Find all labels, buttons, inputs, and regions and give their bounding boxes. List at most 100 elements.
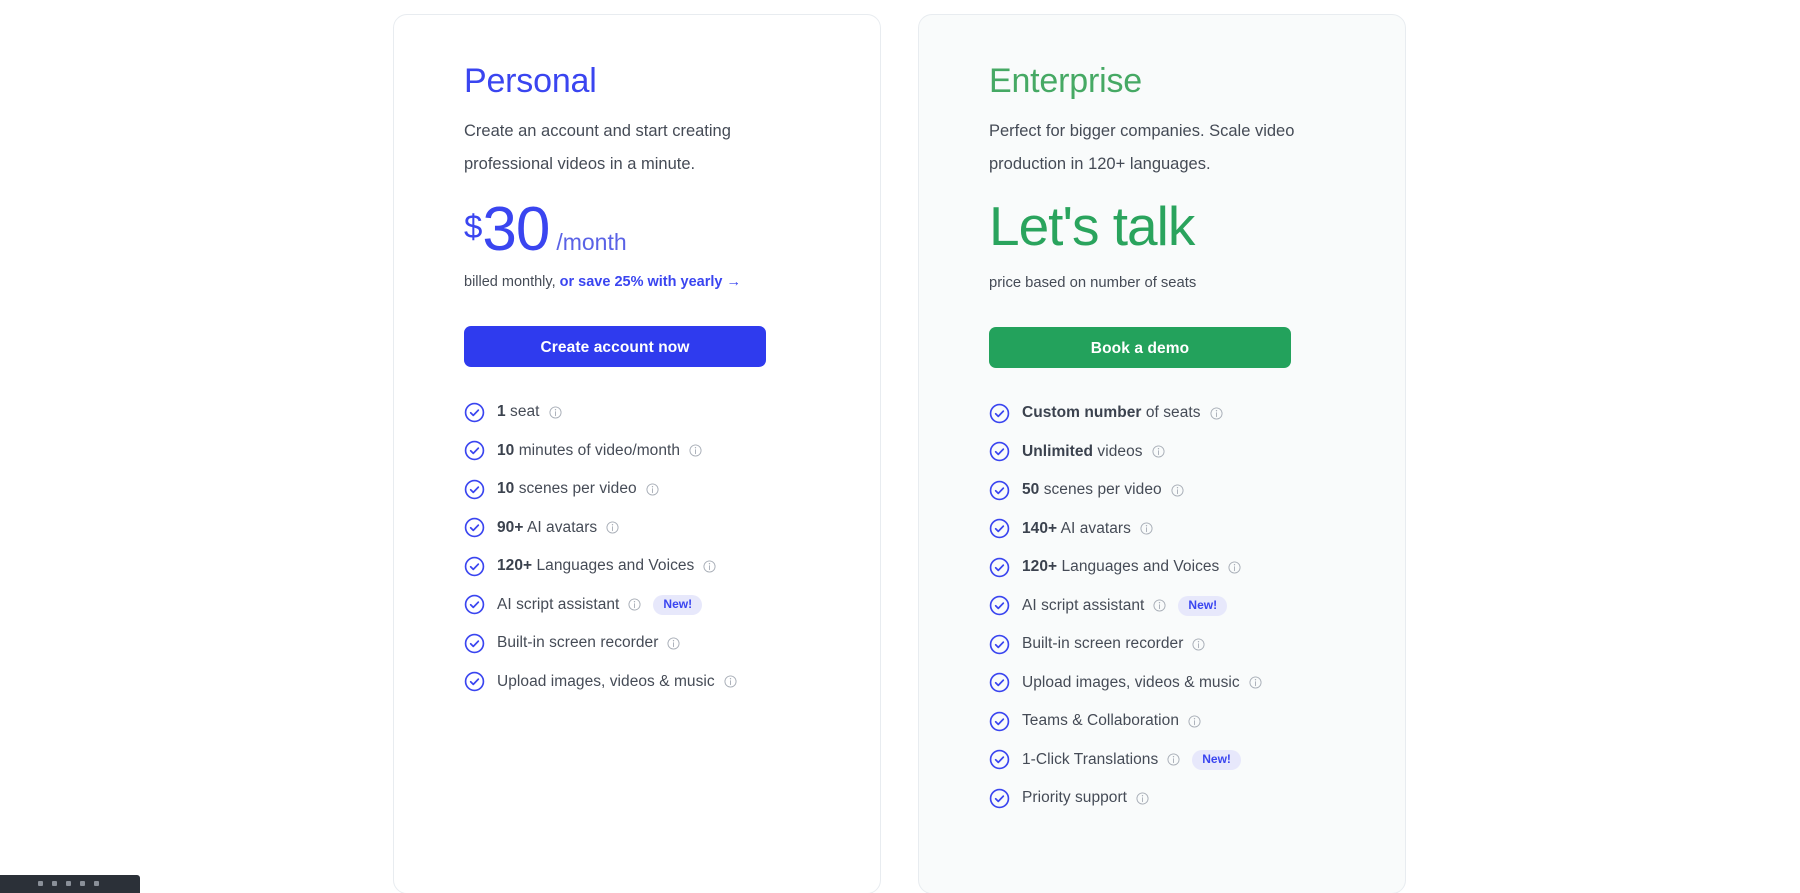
feature-item: AI script assistant New!	[989, 587, 1405, 626]
check-circle-icon	[989, 634, 1010, 655]
yearly-savings-link[interactable]: or save 25% with yearly →	[560, 274, 741, 290]
info-icon[interactable]	[1210, 407, 1223, 420]
check-circle-icon	[989, 557, 1010, 578]
info-icon[interactable]	[1192, 638, 1205, 651]
taskbar-icon[interactable]	[38, 881, 43, 886]
feature-item: Built-in screen recorder	[464, 624, 880, 663]
check-circle-icon	[464, 440, 485, 461]
taskbar-icon[interactable]	[94, 881, 99, 886]
feature-label: 50 scenes per video	[1022, 481, 1162, 499]
check-circle-icon	[464, 594, 485, 615]
info-icon[interactable]	[646, 483, 659, 496]
plan-title-personal: Personal	[464, 62, 597, 100]
feature-label: 120+ Languages and Voices	[497, 557, 695, 575]
info-icon[interactable]	[1167, 753, 1180, 766]
taskbar-icon[interactable]	[66, 881, 71, 886]
info-icon[interactable]	[1153, 599, 1166, 612]
feature-item: 10 scenes per video	[464, 470, 880, 509]
info-icon[interactable]	[1249, 676, 1262, 689]
feature-item: AI script assistant New!	[464, 586, 880, 625]
feature-label: AI script assistant	[497, 595, 620, 613]
price-currency: $	[464, 208, 483, 245]
feature-label: 1-Click Translations	[1022, 750, 1159, 768]
check-circle-icon	[989, 749, 1010, 770]
feature-label: Built-in screen recorder	[497, 634, 659, 652]
check-circle-icon	[989, 441, 1010, 462]
check-circle-icon	[464, 556, 485, 577]
feature-label: 10 minutes of video/month	[497, 441, 681, 459]
feature-list-personal: 1 seat 10 minutes of video/month 10 scenes…	[464, 393, 880, 701]
plan-description-personal: Create an account and start creating pro…	[464, 122, 731, 173]
new-badge: New!	[1178, 595, 1228, 616]
billing-note-text: billed monthly,	[464, 274, 560, 290]
feature-item: Teams & Collaboration	[989, 702, 1405, 741]
feature-item: 10 minutes of video/month	[464, 432, 880, 471]
check-circle-icon	[989, 595, 1010, 616]
billing-note: billed monthly, or save 25% with yearly …	[464, 272, 880, 292]
info-icon[interactable]	[1228, 561, 1241, 574]
feature-label: Unlimited videos	[1022, 442, 1143, 460]
feature-item: 120+ Languages and Voices	[989, 548, 1405, 587]
feature-label: Teams & Collaboration	[1022, 712, 1179, 730]
info-icon[interactable]	[724, 675, 737, 688]
feature-label: Upload images, videos & music	[497, 672, 715, 690]
pricing-card-personal: Personal Create an account and start cre…	[393, 14, 881, 893]
feature-item: 140+ AI avatars	[989, 510, 1405, 549]
info-icon[interactable]	[667, 637, 680, 650]
feature-label: 1 seat	[497, 403, 540, 421]
info-icon[interactable]	[1152, 445, 1165, 458]
feature-label: 10 scenes per video	[497, 480, 637, 498]
feature-item: Custom number of seats	[989, 394, 1405, 433]
check-circle-icon	[464, 671, 485, 692]
info-icon[interactable]	[703, 560, 716, 573]
plan-description-enterprise: Perfect for bigger companies. Scale vide…	[989, 122, 1295, 173]
info-icon[interactable]	[1171, 484, 1184, 497]
feature-item: 1-Click Translations New!	[989, 741, 1405, 780]
feature-item: Upload images, videos & music	[464, 663, 880, 702]
pricing-page: Personal Create an account and start cre…	[0, 0, 1800, 893]
price-display-personal: $ 30 /month	[464, 199, 880, 261]
feature-label: AI script assistant	[1022, 596, 1145, 614]
price-period: /month	[556, 229, 627, 255]
info-icon[interactable]	[1188, 715, 1201, 728]
info-icon[interactable]	[606, 521, 619, 534]
info-icon[interactable]	[628, 598, 641, 611]
feature-label: 120+ Languages and Voices	[1022, 558, 1220, 576]
check-circle-icon	[989, 672, 1010, 693]
feature-label: Priority support	[1022, 789, 1128, 807]
info-icon[interactable]	[689, 444, 702, 457]
info-icon[interactable]	[1140, 522, 1153, 535]
info-icon[interactable]	[1136, 792, 1149, 805]
price-amount: 30	[482, 195, 550, 264]
taskbar-icons	[0, 875, 140, 886]
book-demo-button[interactable]: Book a demo	[989, 327, 1291, 368]
feature-list-enterprise: Custom number of seats Unlimited videos 50…	[989, 394, 1405, 818]
check-circle-icon	[989, 403, 1010, 424]
taskbar-icon[interactable]	[52, 881, 57, 886]
feature-item: Built-in screen recorder	[989, 625, 1405, 664]
feature-label: 90+ AI avatars	[497, 518, 598, 536]
feature-label: Upload images, videos & music	[1022, 673, 1240, 691]
create-account-button[interactable]: Create account now	[464, 326, 766, 367]
feature-label: 140+ AI avatars	[1022, 519, 1131, 537]
system-taskbar[interactable]	[0, 875, 140, 893]
new-badge: New!	[1192, 749, 1241, 770]
feature-item: Unlimited videos	[989, 433, 1405, 472]
check-circle-icon	[464, 402, 485, 423]
feature-item: 90+ AI avatars	[464, 509, 880, 548]
pricing-card-enterprise: Enterprise Perfect for bigger companies.…	[918, 14, 1406, 893]
check-circle-icon	[464, 633, 485, 654]
feature-label: Built-in screen recorder	[1022, 635, 1184, 653]
feature-item: Upload images, videos & music	[989, 664, 1405, 703]
check-circle-icon	[989, 480, 1010, 501]
check-circle-icon	[464, 479, 485, 500]
feature-item: 1 seat	[464, 393, 880, 432]
check-circle-icon	[989, 711, 1010, 732]
check-circle-icon	[464, 517, 485, 538]
taskbar-icon[interactable]	[80, 881, 85, 886]
price-display-enterprise: Let's talk	[989, 195, 1195, 257]
feature-item: 120+ Languages and Voices	[464, 547, 880, 586]
feature-item: Priority support	[989, 779, 1405, 818]
new-badge: New!	[653, 594, 703, 615]
info-icon[interactable]	[548, 406, 562, 419]
